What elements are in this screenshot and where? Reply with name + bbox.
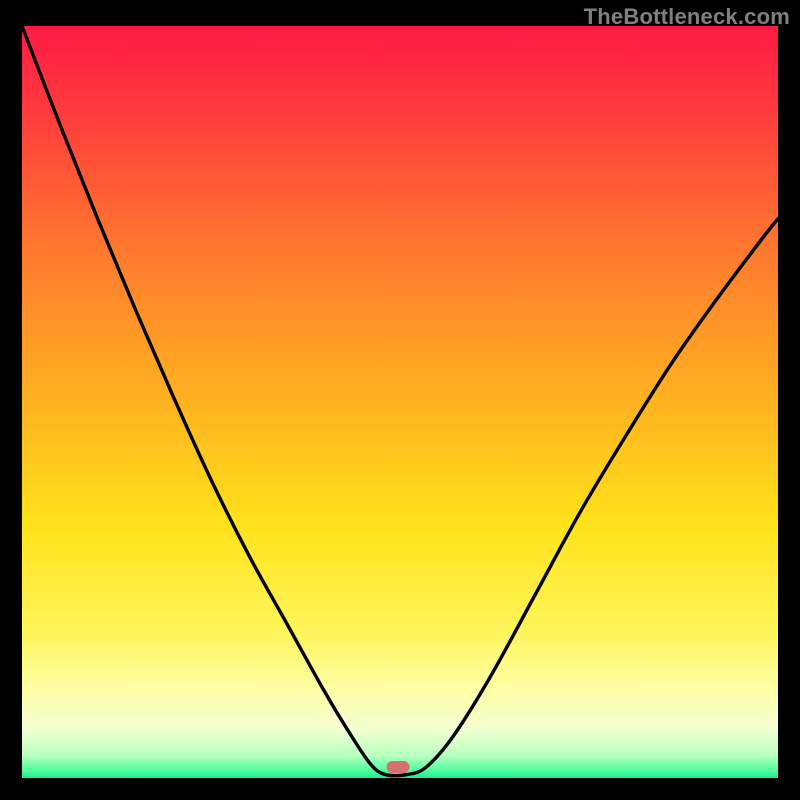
bottleneck-curve: [22, 26, 778, 778]
chart-frame: TheBottleneck.com: [0, 0, 800, 800]
watermark-text: TheBottleneck.com: [584, 4, 790, 30]
plot-area: [22, 26, 778, 778]
optimum-marker: [386, 761, 409, 773]
